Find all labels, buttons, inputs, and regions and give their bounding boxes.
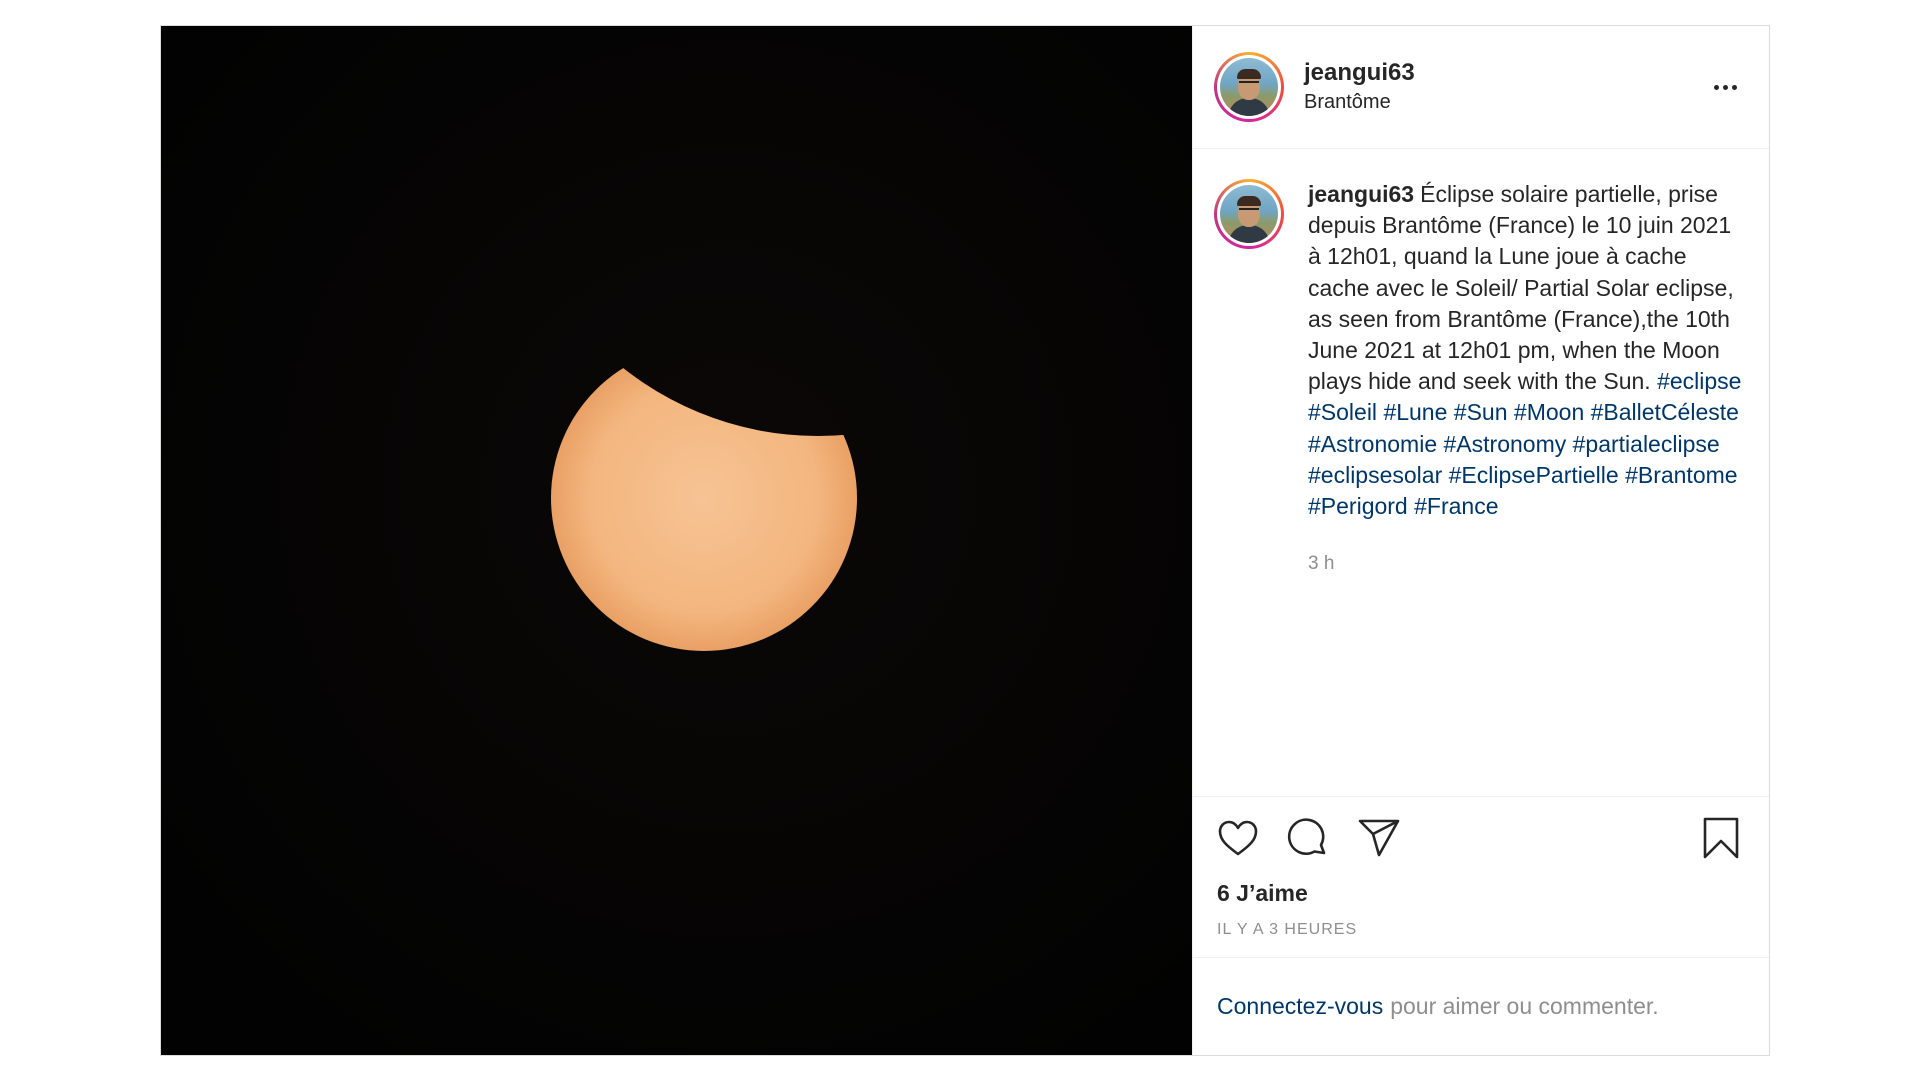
instagram-post: jeangui63 Brantôme jeangui63 Éclipse sol… [160, 25, 1770, 1056]
caption-text: jeangui63 Éclipse solaire partielle, pris… [1308, 179, 1749, 522]
login-prompt-text: pour aimer ou commenter. [1390, 993, 1659, 1019]
header-username[interactable]: jeangui63 [1304, 58, 1705, 88]
hashtag-link[interactable]: #EclipsePartielle [1449, 462, 1619, 488]
caption-username[interactable]: jeangui63 [1308, 181, 1414, 207]
hashtag-link[interactable]: #eclipse [1657, 368, 1741, 394]
profile-photo [1220, 185, 1278, 243]
more-options-icon[interactable] [1705, 72, 1745, 102]
caption: jeangui63 Éclipse solaire partielle, pris… [1214, 179, 1749, 579]
hashtag-link[interactable]: #Soleil [1308, 399, 1377, 425]
hashtag-link[interactable]: #partialeclipse [1573, 431, 1720, 457]
hashtag-link[interactable]: #Sun [1454, 399, 1508, 425]
like-count[interactable]: 6 J’aime [1193, 879, 1769, 907]
profile-photo [1220, 58, 1278, 116]
paper-plane-icon[interactable] [1357, 815, 1403, 861]
hashtag-link[interactable]: #Moon [1514, 399, 1584, 425]
post-photo[interactable] [161, 26, 1192, 1055]
action-bar [1193, 797, 1769, 879]
hashtag-link[interactable]: #Perigord [1308, 493, 1408, 519]
partial-solar-eclipse-image [161, 26, 1192, 1055]
caption-body-text: Éclipse solaire partielle, prise depuis … [1308, 181, 1734, 395]
hashtag-link[interactable]: #Astronomie [1308, 431, 1437, 457]
heart-icon[interactable] [1217, 815, 1263, 861]
hashtag-link[interactable]: #Brantome [1625, 462, 1738, 488]
hashtag-link[interactable]: #France [1414, 493, 1498, 519]
hashtag-link[interactable]: #Astronomy [1444, 431, 1567, 457]
hashtag-link[interactable]: #Lune [1383, 399, 1447, 425]
post-timestamp[interactable]: IL Y A 3 HEURES [1193, 907, 1769, 958]
caption-timestamp[interactable]: 3 h [1308, 548, 1749, 579]
post-header: jeangui63 Brantôme [1193, 26, 1769, 149]
login-prompt: Connectez-vous pour aimer ou commenter. [1193, 958, 1769, 1055]
avatar[interactable] [1214, 52, 1284, 122]
comment-icon[interactable] [1287, 815, 1333, 861]
hashtag-link[interactable]: #BalletCéleste [1591, 399, 1739, 425]
login-link[interactable]: Connectez-vous [1217, 993, 1383, 1020]
hashtag-link[interactable]: #eclipsesolar [1308, 462, 1442, 488]
post-location[interactable]: Brantôme [1304, 88, 1705, 116]
caption-avatar[interactable] [1214, 179, 1284, 249]
bookmark-icon[interactable] [1701, 815, 1747, 861]
sun-disc [551, 345, 857, 651]
post-sidebar: jeangui63 Brantôme jeangui63 Éclipse sol… [1192, 26, 1769, 1055]
comments-section: jeangui63 Éclipse solaire partielle, pris… [1193, 149, 1769, 797]
